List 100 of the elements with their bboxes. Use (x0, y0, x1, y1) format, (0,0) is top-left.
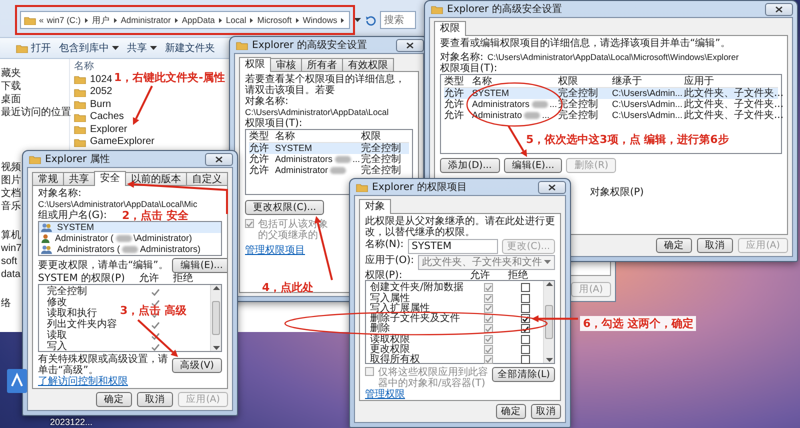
tab[interactable]: 常规 (32, 172, 64, 185)
nav-item[interactable]: 下载 (1, 80, 21, 93)
scrollbar-thumb[interactable] (545, 305, 553, 340)
user-list-item[interactable]: SYSTEM (39, 222, 221, 233)
table-row[interactable]: 允许 Administrators ...完全控制 (249, 154, 409, 165)
breadcrumb[interactable]: Administrator (120, 14, 171, 26)
nav-item[interactable]: 文档 (1, 187, 21, 200)
file-item[interactable]: 2052 (74, 86, 112, 98)
scrollbar[interactable] (210, 285, 221, 351)
nav-item[interactable]: 图片 (1, 174, 21, 187)
ok-button[interactable]: 确定 (656, 238, 692, 253)
checkbox[interactable] (520, 294, 530, 303)
edit-button[interactable]: 编辑(E)... (504, 158, 562, 173)
table-cell: C:\Users\Admin... (612, 110, 683, 121)
table-row[interactable]: 允许 SYSTEM 完全控制 (249, 143, 409, 154)
breadcrumb[interactable]: Windows (302, 14, 338, 26)
breadcrumb[interactable]: win7 (C:) (46, 14, 81, 26)
ok-button[interactable]: 确定 (96, 392, 132, 407)
close-button[interactable] (765, 2, 793, 16)
manage-link[interactable]: 管理权限 (365, 389, 405, 400)
nav-item[interactable]: data (1, 268, 20, 281)
change-permissions-button[interactable]: 更改权限(C)... (245, 200, 324, 215)
breadcrumb[interactable]: Local (226, 14, 246, 26)
scrollbar-thumb[interactable] (212, 301, 220, 335)
checkbox[interactable] (520, 345, 530, 354)
cancel-button[interactable]: 取消 (697, 238, 734, 253)
nav-item[interactable]: 藏夹 (1, 67, 21, 80)
tab[interactable]: 自定义 (186, 172, 228, 185)
folder-icon (236, 40, 248, 50)
file-item[interactable]: Caches (74, 110, 124, 123)
overflow-mark[interactable]: « (39, 14, 44, 26)
checkbox[interactable] (520, 355, 530, 364)
scroll-up-icon (212, 286, 220, 290)
nav-item[interactable]: soft (1, 255, 18, 268)
blurred-patch (116, 235, 132, 242)
tab[interactable]: 对象 (359, 199, 391, 214)
checkbox[interactable] (520, 283, 530, 292)
learn-link[interactable]: 了解访问控制和权限 (38, 376, 128, 387)
permission-name: 删除 (370, 323, 390, 334)
column-header: 继承于 (612, 76, 642, 87)
address-bar[interactable]: « win7 (C:) 用户 Administrator AppData Local Microsoft Windows (20, 11, 350, 29)
table-cell: 完全控制 (558, 88, 598, 99)
tab[interactable]: 以前的版本 (125, 172, 187, 185)
nav-item[interactable]: 最近访问的位置 (1, 106, 71, 119)
annotation-text: 3，点击 高级 (120, 304, 186, 317)
tab[interactable]: 审核 (270, 58, 302, 71)
tab[interactable]: 所有者 (301, 58, 343, 71)
advanced-button[interactable]: 高级(V) (172, 358, 222, 373)
clear-all-button[interactable]: 全部清除(L) (492, 367, 555, 382)
close-button[interactable] (396, 38, 424, 52)
column-header[interactable]: 名称 (74, 61, 94, 73)
cancel-button[interactable]: 取消 (531, 404, 561, 419)
user-list-item[interactable]: Administrator ( \Administrator) (39, 233, 221, 244)
caret-icon (354, 18, 361, 22)
tab[interactable]: 共享 (63, 172, 95, 185)
file-item[interactable]: Burn (74, 98, 112, 110)
tab[interactable]: 有效权限 (342, 58, 394, 71)
annotation-text: 1，右键此文件夹-属性 (114, 71, 226, 84)
annotation-text: 5，依次选中这3项，点 编辑，进行第6步 (526, 133, 729, 146)
chevron-icon (249, 16, 254, 24)
toolbar-button[interactable]: 打开 (16, 42, 51, 54)
breadcrumb[interactable]: 用户 (92, 14, 110, 26)
file-item[interactable]: 1024 (74, 73, 112, 86)
caret-icon (150, 46, 157, 50)
manage-link[interactable]: 管理权限项目 (245, 245, 305, 256)
table-row[interactable]: 允许 Administrator 完全控制 (249, 165, 409, 176)
file-item[interactable]: Explorer (74, 123, 128, 136)
close-button[interactable] (538, 180, 566, 194)
toolbar-button[interactable]: 包含到库中 (59, 42, 119, 54)
add-button[interactable]: 添加(D)... (440, 158, 500, 173)
breadcrumb[interactable]: Microsoft (257, 14, 292, 26)
checkbox[interactable] (520, 304, 530, 313)
file-item[interactable]: GameExplorer (74, 136, 154, 148)
toolbar-button[interactable]: 新建文件夹 (165, 42, 215, 54)
nav-item[interactable]: 桌面 (1, 93, 21, 106)
nav-item[interactable]: 络 (1, 297, 11, 310)
close-button[interactable] (205, 152, 233, 166)
user-icon (41, 234, 50, 243)
apply-to-dropdown[interactable]: 此文件夹、子文件夹和文件 (418, 255, 555, 270)
tab[interactable]: 权限 (434, 21, 466, 36)
breadcrumb[interactable]: AppData (182, 14, 215, 26)
ok-button[interactable]: 确定 (496, 404, 526, 419)
nav-item[interactable]: 音乐 (1, 200, 21, 213)
scrollbar[interactable] (543, 281, 554, 364)
folder-icon (29, 154, 41, 164)
folder-icon (74, 99, 86, 110)
nav-item[interactable]: 算机 (1, 229, 21, 242)
tab[interactable]: 安全 (94, 171, 126, 186)
permission-name: 修改 (47, 297, 67, 308)
tab[interactable]: 权限 (239, 57, 271, 72)
cancel-button[interactable]: 取消 (137, 392, 174, 407)
name-field[interactable]: SYSTEM (408, 239, 498, 254)
toolbar-button[interactable]: 共享 (127, 42, 157, 54)
nav-item[interactable]: win7 (1, 242, 22, 255)
field-label: 组或用户名(G): (38, 210, 107, 221)
search-field[interactable]: 搜索 (380, 11, 416, 29)
checkbox[interactable] (520, 334, 530, 344)
edit-button[interactable]: 编辑(E)... (172, 258, 227, 273)
user-list-item[interactable]: Administrators ( Administrators) (39, 244, 221, 255)
nav-item[interactable]: 视频 (1, 161, 21, 174)
